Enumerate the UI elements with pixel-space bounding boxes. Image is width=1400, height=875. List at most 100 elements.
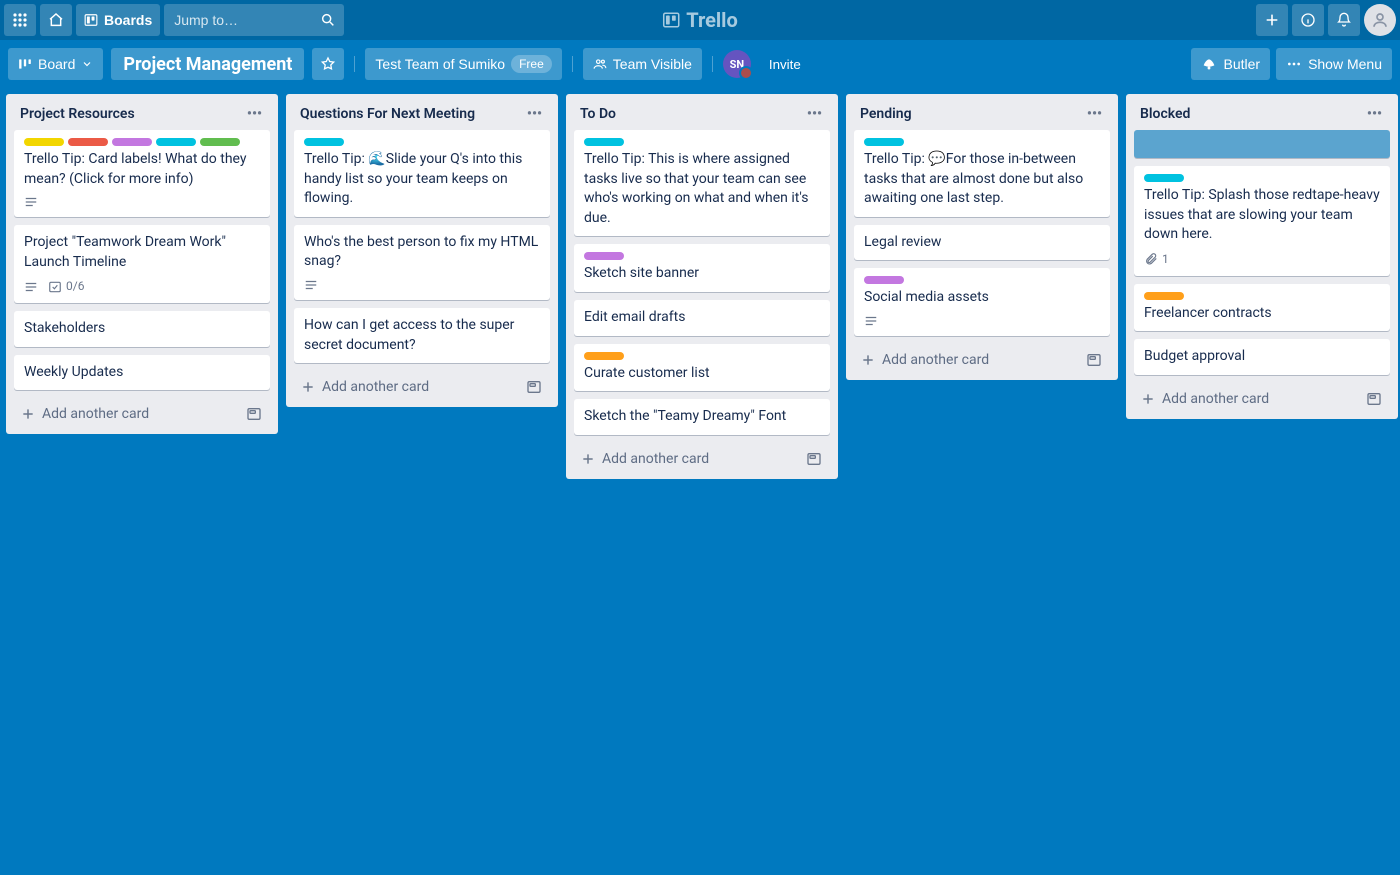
list-menu-button[interactable]: ••• bbox=[1363, 104, 1386, 124]
add-card-button[interactable]: Add another card bbox=[580, 451, 804, 467]
label-sky[interactable] bbox=[156, 138, 196, 146]
member-avatar[interactable]: SN bbox=[723, 50, 751, 78]
trello-logo[interactable]: Trello bbox=[662, 8, 738, 32]
card[interactable]: Project "Teamwork Dream Work" Launch Tim… bbox=[14, 225, 270, 303]
team-button[interactable]: Test Team of Sumiko Free bbox=[365, 48, 561, 80]
label-orange[interactable] bbox=[1144, 292, 1184, 300]
card-text: Legal review bbox=[864, 233, 1100, 253]
template-button[interactable] bbox=[1084, 350, 1104, 370]
label-sky[interactable] bbox=[304, 138, 344, 146]
template-button[interactable] bbox=[804, 449, 824, 469]
add-card-button[interactable]: Add another card bbox=[20, 406, 244, 422]
user-icon bbox=[1371, 11, 1389, 29]
card-badges bbox=[24, 195, 260, 209]
show-menu-label: Show Menu bbox=[1308, 56, 1382, 72]
butler-button[interactable]: Butler bbox=[1191, 48, 1270, 80]
invite-button[interactable]: Invite bbox=[759, 48, 811, 80]
board-title[interactable]: Project Management bbox=[111, 48, 304, 80]
card[interactable]: How can I get access to the super secret… bbox=[294, 308, 550, 363]
info-icon bbox=[1300, 12, 1316, 28]
card[interactable]: Sketch site banner bbox=[574, 244, 830, 292]
label-green[interactable] bbox=[200, 138, 240, 146]
label-red[interactable] bbox=[68, 138, 108, 146]
plus-icon bbox=[580, 451, 596, 467]
create-button[interactable] bbox=[1256, 4, 1288, 36]
list-header: Pending ••• bbox=[854, 100, 1110, 130]
description-badge bbox=[24, 195, 38, 209]
list-title[interactable]: To Do bbox=[580, 106, 616, 122]
label-sky[interactable] bbox=[584, 138, 624, 146]
search-input[interactable] bbox=[164, 12, 344, 28]
boards-button[interactable]: Boards bbox=[76, 4, 160, 36]
card[interactable]: Legal review bbox=[854, 225, 1110, 261]
list: Project Resources ••• Trello Tip: Card lab… bbox=[6, 94, 278, 434]
card[interactable]: Trello Tip: Card labels! What do they me… bbox=[14, 130, 270, 217]
label-orange[interactable] bbox=[584, 352, 624, 360]
template-button[interactable] bbox=[244, 404, 264, 424]
list: To Do ••• Trello Tip: This is where assign… bbox=[566, 94, 838, 479]
card-text: Sketch site banner bbox=[584, 264, 820, 284]
card[interactable]: Freelancer contracts bbox=[1134, 284, 1390, 332]
view-switcher[interactable]: Board bbox=[8, 48, 103, 80]
card-labels bbox=[304, 138, 540, 146]
add-card-button[interactable]: Add another card bbox=[860, 352, 1084, 368]
list-title[interactable]: Questions For Next Meeting bbox=[300, 106, 475, 122]
home-button[interactable] bbox=[40, 4, 72, 36]
list-title[interactable]: Blocked bbox=[1140, 106, 1190, 122]
description-badge bbox=[304, 278, 318, 292]
card[interactable]: Social media assets bbox=[854, 268, 1110, 336]
separator bbox=[712, 56, 713, 72]
info-button[interactable] bbox=[1292, 4, 1324, 36]
add-card-row: Add another card bbox=[294, 371, 550, 399]
card-text: Stakeholders bbox=[24, 319, 260, 339]
label-purple[interactable] bbox=[584, 252, 624, 260]
notifications-button[interactable] bbox=[1328, 4, 1360, 36]
separator bbox=[572, 56, 573, 72]
search-container[interactable] bbox=[164, 4, 344, 36]
apps-button[interactable] bbox=[4, 4, 36, 36]
list-menu-button[interactable]: ••• bbox=[243, 104, 266, 124]
list-menu-button[interactable]: ••• bbox=[1083, 104, 1106, 124]
card-labels bbox=[1144, 174, 1380, 182]
card[interactable]: Curate customer list bbox=[574, 344, 830, 392]
user-avatar[interactable] bbox=[1364, 4, 1396, 36]
list: Blocked ••• Trello Tip: Splash those redta… bbox=[1126, 94, 1398, 419]
star-button[interactable] bbox=[312, 48, 344, 80]
label-sky[interactable] bbox=[864, 138, 904, 146]
list-header: Questions For Next Meeting ••• bbox=[294, 100, 550, 130]
add-card-button[interactable]: Add another card bbox=[300, 379, 524, 395]
ellipsis-icon bbox=[1286, 56, 1302, 72]
list-header: To Do ••• bbox=[574, 100, 830, 130]
template-button[interactable] bbox=[524, 377, 544, 397]
card[interactable] bbox=[1134, 130, 1390, 158]
view-label: Board bbox=[38, 56, 75, 72]
card[interactable]: Trello Tip: Splash those redtape-heavy i… bbox=[1134, 166, 1390, 276]
template-icon bbox=[806, 451, 822, 467]
list-title[interactable]: Pending bbox=[860, 106, 912, 122]
team-label: Test Team of Sumiko bbox=[375, 56, 505, 72]
visibility-button[interactable]: Team Visible bbox=[583, 48, 702, 80]
label-purple[interactable] bbox=[112, 138, 152, 146]
card-text: Weekly Updates bbox=[24, 363, 260, 383]
card[interactable]: Budget approval bbox=[1134, 339, 1390, 375]
card[interactable]: Trello Tip: 🌊Slide your Q's into this ha… bbox=[294, 130, 550, 217]
card[interactable]: Who's the best person to fix my HTML sna… bbox=[294, 225, 550, 300]
list-menu-button[interactable]: ••• bbox=[803, 104, 826, 124]
add-card-row: Add another card bbox=[1134, 383, 1390, 411]
label-purple[interactable] bbox=[864, 276, 904, 284]
show-menu-button[interactable]: Show Menu bbox=[1276, 48, 1392, 80]
card[interactable]: Trello Tip: 💬For those in-between tasks … bbox=[854, 130, 1110, 217]
list-title[interactable]: Project Resources bbox=[20, 106, 135, 122]
add-card-button[interactable]: Add another card bbox=[1140, 391, 1364, 407]
card-text: How can I get access to the super secret… bbox=[304, 316, 540, 355]
label-sky[interactable] bbox=[1144, 174, 1184, 182]
card[interactable]: Weekly Updates bbox=[14, 355, 270, 391]
label-yellow[interactable] bbox=[24, 138, 64, 146]
card[interactable]: Trello Tip: This is where assigned tasks… bbox=[574, 130, 830, 236]
card[interactable]: Edit email drafts bbox=[574, 300, 830, 336]
card[interactable]: Sketch the "Teamy Dreamy" Font bbox=[574, 399, 830, 435]
board-view-icon bbox=[18, 57, 32, 71]
card[interactable]: Stakeholders bbox=[14, 311, 270, 347]
template-button[interactable] bbox=[1364, 389, 1384, 409]
list-menu-button[interactable]: ••• bbox=[523, 104, 546, 124]
